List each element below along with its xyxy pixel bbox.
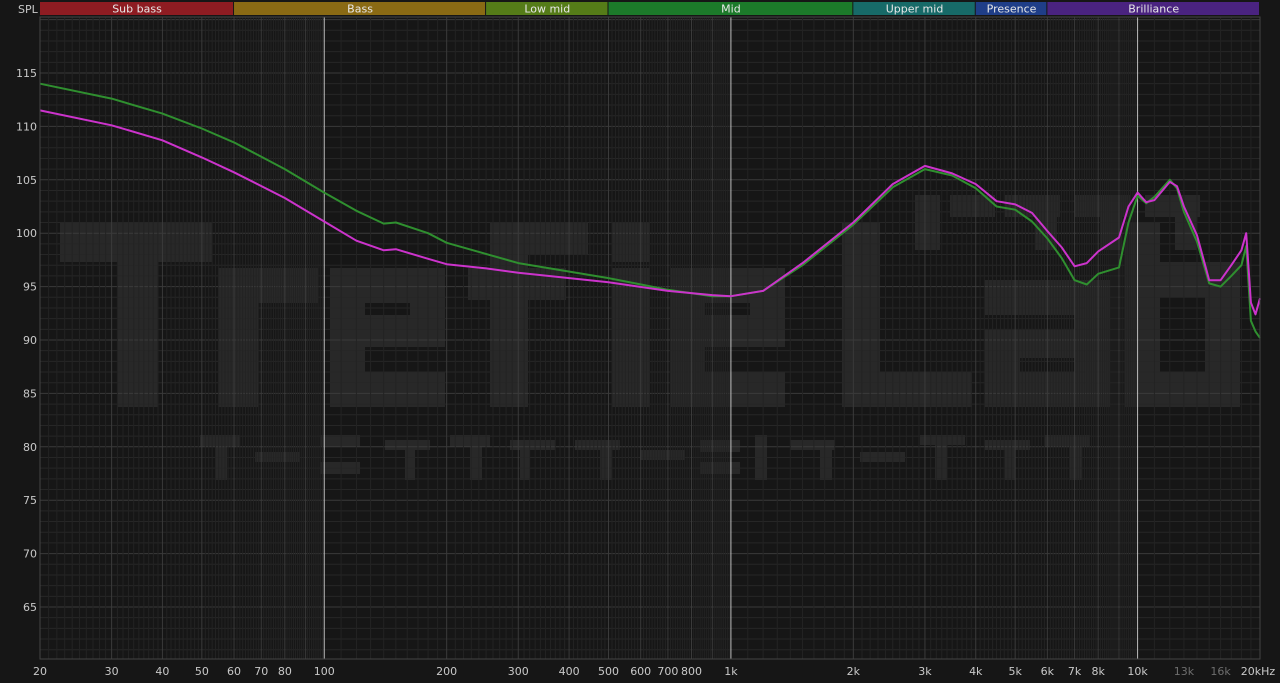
x-tick-label: 200 <box>436 665 457 678</box>
x-tick-label: 600 <box>630 665 651 678</box>
x-tick-label: 4k <box>969 665 983 678</box>
x-tick-label: 13k <box>1174 665 1195 678</box>
frequency-response-chart: Sub bass Bass Low mid Mid Upper mid Presence B… <box>16 2 1275 678</box>
band-label: Mid <box>721 3 741 16</box>
y-axis-ticks: 65 70 75 80 85 90 95 100 105 110 115 <box>16 67 37 614</box>
x-axis-ticks: 20 30 40 50 60 70 80 100 200 300 400 500 600 700 800 1k… <box>33 665 1275 678</box>
x-tick-label: 60 <box>227 665 241 678</box>
x-tick-label: 50 <box>195 665 209 678</box>
x-tick-label: 5k <box>1008 665 1022 678</box>
y-tick-label: 70 <box>23 548 37 561</box>
x-tick-label: 2k <box>847 665 861 678</box>
band-label: Brilliance <box>1128 3 1179 16</box>
band-label: Presence <box>987 3 1037 16</box>
y-tick-label: 85 <box>23 387 37 400</box>
x-tick-label: 30 <box>105 665 119 678</box>
x-tick-label: 1k <box>724 665 738 678</box>
band-label: Sub bass <box>112 3 162 16</box>
band-label: Upper mid <box>886 3 944 16</box>
x-tick-label: 3k <box>918 665 932 678</box>
x-tick-label: 300 <box>508 665 529 678</box>
y-tick-label: 75 <box>23 494 37 507</box>
x-tick-label: 700 <box>657 665 678 678</box>
y-tick-label: 65 <box>23 601 37 614</box>
x-tick-label: 20 <box>33 665 47 678</box>
x-tick-label: 400 <box>559 665 580 678</box>
y-tick-label: 115 <box>16 67 37 80</box>
y-tick-label: 100 <box>16 227 37 240</box>
x-tick-label: 6k <box>1041 665 1055 678</box>
x-tick-label: 8k <box>1091 665 1105 678</box>
y-tick-label: 80 <box>23 441 37 454</box>
x-tick-label: 7k <box>1068 665 1082 678</box>
x-tick-label: 500 <box>598 665 619 678</box>
band-label: Bass <box>347 3 373 16</box>
x-tick-label: 40 <box>155 665 169 678</box>
x-tick-label: 100 <box>314 665 335 678</box>
frequency-band-bar: Sub bass Bass Low mid Mid Upper mid Presence B… <box>40 2 1259 16</box>
y-tick-label: 105 <box>16 174 37 187</box>
y-tick-label: 90 <box>23 334 37 347</box>
x-tick-label: 16k <box>1210 665 1231 678</box>
y-tick-label: 95 <box>23 281 37 294</box>
y-tick-label: 110 <box>16 120 37 133</box>
x-tick-label: 70 <box>254 665 268 678</box>
x-tick-label: 10k <box>1127 665 1148 678</box>
y-axis-label: SPL <box>18 3 39 16</box>
x-tick-label: 80 <box>278 665 292 678</box>
x-tick-label: 20kHz <box>1241 665 1276 678</box>
x-tick-label: 800 <box>681 665 702 678</box>
band-label: Low mid <box>524 3 570 16</box>
